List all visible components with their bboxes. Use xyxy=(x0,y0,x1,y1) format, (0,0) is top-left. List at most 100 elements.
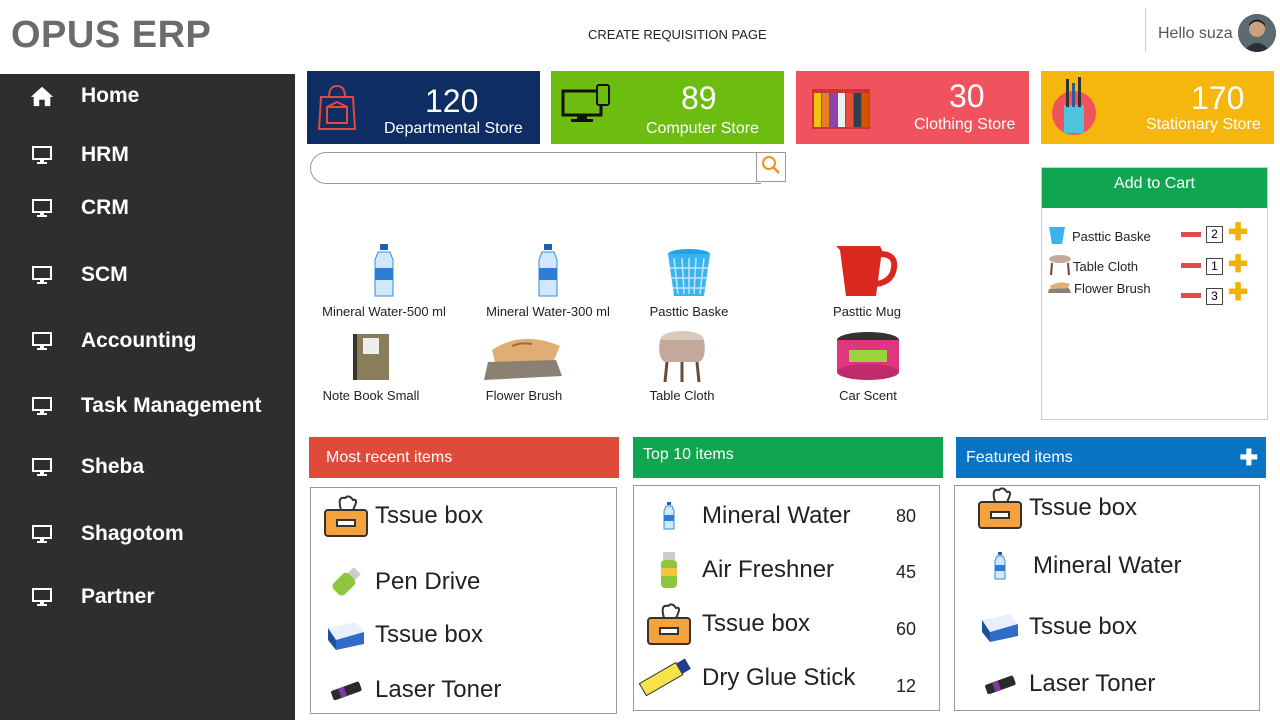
item-count: 80 xyxy=(896,506,917,526)
list-item[interactable]: Tssue box xyxy=(975,610,1137,644)
table-cloth-icon xyxy=(607,330,757,382)
product-card[interactable]: Car Scent xyxy=(793,330,943,403)
list-item[interactable]: Dry Glue Stick xyxy=(636,654,855,702)
list-item[interactable]: Tssue box xyxy=(644,602,810,646)
monitor-icon xyxy=(30,329,54,353)
increase-qty-button[interactable]: ✚ xyxy=(1228,281,1248,305)
monitor-icon xyxy=(30,196,54,220)
sidebar-item-partner[interactable]: Partner xyxy=(30,585,155,609)
sidebar-item-accounting[interactable]: Accounting xyxy=(30,329,197,353)
store-tile-computer[interactable]: 89 Computer Store xyxy=(551,71,784,144)
user-greeting: Hello suza xyxy=(1158,25,1233,42)
qty-field[interactable]: 2 xyxy=(1206,226,1223,243)
sidebar-item-label: Accounting xyxy=(81,329,197,352)
monitor-icon xyxy=(30,143,54,167)
laser-toner-icon xyxy=(975,674,1025,694)
page-title: CREATE REQUISITION PAGE xyxy=(588,27,767,42)
plastic-basket-icon xyxy=(614,236,764,298)
list-item[interactable]: Mineral Water xyxy=(644,502,850,530)
list-item[interactable]: Laser Toner xyxy=(975,670,1155,698)
store-tile-departmental[interactable]: 120 Departmental Store xyxy=(307,71,540,144)
product-name: Car Scent xyxy=(839,388,897,403)
search-button[interactable] xyxy=(756,152,786,182)
avatar[interactable] xyxy=(1238,14,1276,52)
home-icon xyxy=(30,84,54,108)
cart-item-name: Table Cloth xyxy=(1073,259,1139,274)
clothes-rack-icon xyxy=(812,89,870,134)
store-count: 170 xyxy=(1191,80,1245,116)
list-item-name: Tssue box xyxy=(702,610,811,637)
sidebar-item-label: HRM xyxy=(81,143,129,166)
product-card[interactable]: Table Cloth xyxy=(607,330,757,403)
list-item-name: Laser Toner xyxy=(1029,670,1156,697)
list-item[interactable]: Tssue box xyxy=(321,618,483,652)
glue-stick-icon xyxy=(636,654,694,702)
list-item-name: Tssue box xyxy=(375,502,484,529)
list-item-name: Air Freshner xyxy=(702,556,835,583)
decrease-qty-button[interactable] xyxy=(1181,293,1201,298)
top10-items-header: Top 10 items xyxy=(633,437,943,478)
decrease-qty-button[interactable] xyxy=(1181,263,1201,268)
brush-icon xyxy=(1048,280,1072,297)
qty-field[interactable]: 1 xyxy=(1206,258,1223,275)
monitor-icon xyxy=(30,455,54,479)
sidebar-item-scm[interactable]: SCM xyxy=(30,263,128,287)
tissue-box-icon xyxy=(321,494,371,538)
pen-cup-icon xyxy=(1049,75,1099,142)
list-item[interactable]: Air Freshner xyxy=(644,550,834,590)
table-cloth-icon xyxy=(1048,254,1072,279)
search-icon xyxy=(761,155,781,180)
shopping-bag-store-icon xyxy=(317,83,357,136)
list-item[interactable]: Pen Drive xyxy=(321,562,480,602)
product-card[interactable]: Pasttic Mug xyxy=(792,236,942,319)
add-featured-button[interactable]: ✚ xyxy=(1240,437,1258,478)
product-name: Mineral Water-300 ml xyxy=(486,304,610,319)
store-tile-clothing[interactable]: 30 Clothing Store xyxy=(796,71,1029,144)
car-scent-icon xyxy=(793,330,943,382)
list-item[interactable]: Tssue box xyxy=(975,486,1137,530)
sidebar-item-sheba[interactable]: Sheba xyxy=(30,455,144,479)
tissue-box-icon xyxy=(975,486,1025,530)
product-card[interactable]: Flower Brush xyxy=(449,330,599,403)
item-count: 60 xyxy=(896,619,917,639)
pen-drive-icon xyxy=(321,562,371,602)
sidebar-item-home[interactable]: Home xyxy=(30,84,139,108)
increase-qty-button[interactable]: ✚ xyxy=(1228,253,1248,277)
decrease-qty-button[interactable] xyxy=(1181,232,1201,237)
cart-item-name: Pasttic Baske xyxy=(1072,229,1151,244)
sidebar-item-label: Partner xyxy=(81,585,155,608)
sidebar-item-label: SCM xyxy=(81,263,128,286)
product-name: Flower Brush xyxy=(485,388,563,403)
sidebar-item-crm[interactable]: CRM xyxy=(30,196,129,220)
product-name: Table Cloth xyxy=(649,388,715,403)
product-name: Pasttic Baske xyxy=(649,304,729,319)
list-item[interactable]: Laser Toner xyxy=(321,676,501,704)
product-card[interactable]: Pasttic Baske xyxy=(614,236,764,319)
list-item[interactable]: Mineral Water xyxy=(975,552,1181,580)
search-input[interactable] xyxy=(310,152,761,184)
water-bottle-icon xyxy=(644,502,694,530)
store-label: Computer Store xyxy=(646,120,759,137)
featured-items-title: Featured items xyxy=(966,449,1073,466)
sidebar-item-label: Shagotom xyxy=(81,522,184,545)
header-divider xyxy=(1145,8,1146,52)
laser-toner-icon xyxy=(321,680,371,700)
featured-items-panel: Tssue box Mineral Water Tssue box Laser … xyxy=(954,485,1260,711)
product-card[interactable]: Note Book Small xyxy=(296,330,446,403)
cart-item: Flower Brush xyxy=(1048,280,1151,297)
monitor-icon xyxy=(30,585,54,609)
increase-qty-button[interactable]: ✚ xyxy=(1228,221,1248,245)
sidebar-item-task-management[interactable]: Task Management xyxy=(30,394,262,418)
store-count: 89 xyxy=(681,80,717,116)
sidebar-item-shagotom[interactable]: Shagotom xyxy=(30,522,184,546)
tissue-box-blue-icon xyxy=(975,610,1025,644)
store-tile-stationary[interactable]: 170 Stationary Store xyxy=(1041,71,1274,144)
sidebar-item-label: Task Management xyxy=(81,394,262,417)
list-item-name: Tssue box xyxy=(1029,613,1138,640)
qty-field[interactable]: 3 xyxy=(1206,288,1223,305)
cart-item-name: Flower Brush xyxy=(1074,281,1151,296)
product-card[interactable]: Mineral Water-300 ml xyxy=(473,236,623,319)
sidebar-item-hrm[interactable]: HRM xyxy=(30,143,129,167)
list-item[interactable]: Tssue box xyxy=(321,494,483,538)
product-card[interactable]: Mineral Water-500 ml xyxy=(309,236,459,319)
